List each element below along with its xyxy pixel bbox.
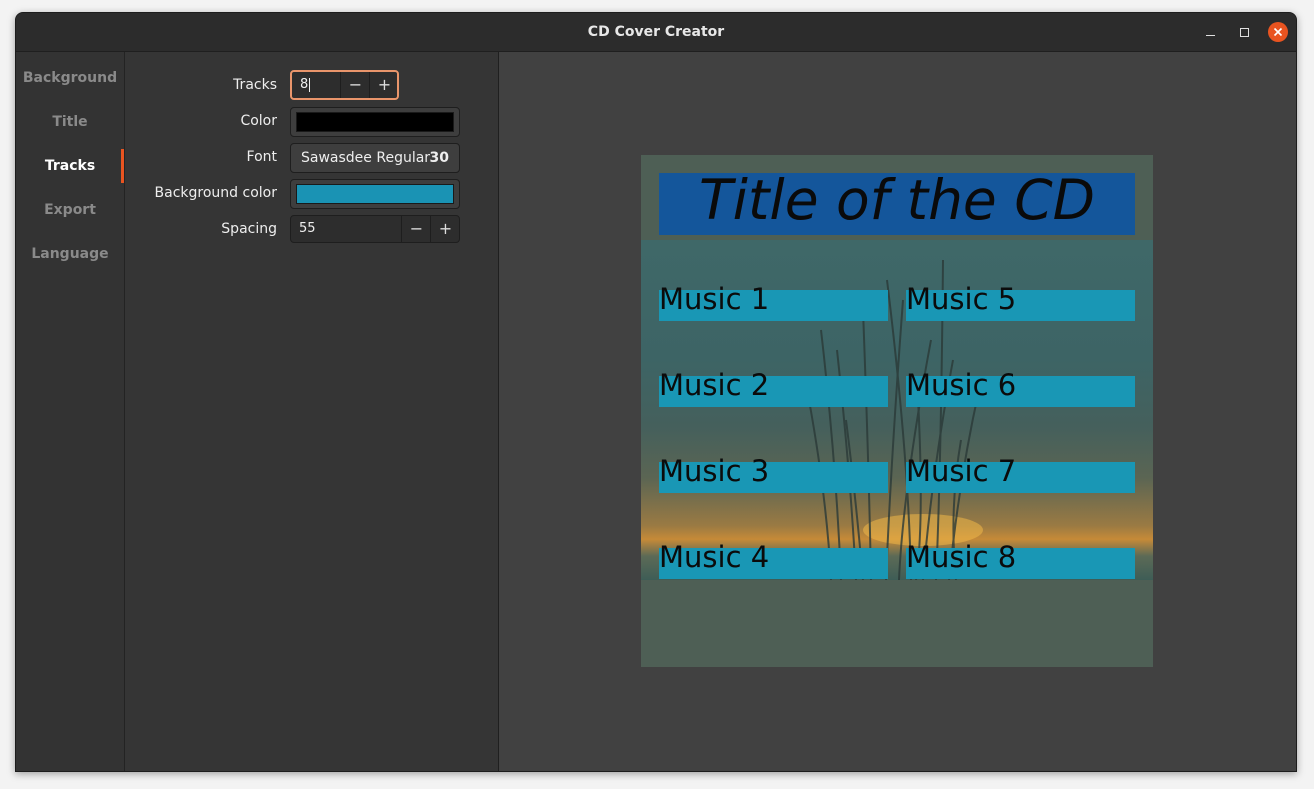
track-box: Music 5 xyxy=(906,282,1135,321)
tracks-increment-button[interactable]: + xyxy=(369,72,399,98)
settings-panel: Tracks 8 − + Color Font Sawasdee Regular… xyxy=(125,52,499,771)
sidebar-item-background[interactable]: Background xyxy=(16,61,124,95)
minimize-button[interactable] xyxy=(1200,22,1220,42)
spacing-decrement-button[interactable]: − xyxy=(401,216,431,242)
color-label: Color xyxy=(240,113,277,129)
track-label: Music 3 xyxy=(659,454,770,488)
background-color-swatch xyxy=(296,184,454,204)
background-color-button[interactable] xyxy=(290,179,460,209)
track-label: Music 8 xyxy=(906,540,1017,574)
color-swatch xyxy=(296,112,454,132)
text-cursor xyxy=(309,77,311,92)
font-size: 30 xyxy=(429,150,449,166)
cover-preview: Title of the CD Music 1 Music 2 Music 3 … xyxy=(641,155,1153,667)
window-title: CD Cover Creator xyxy=(587,24,725,40)
track-label: Music 4 xyxy=(659,540,770,574)
tracks-label: Tracks xyxy=(233,77,277,93)
font-name: Sawasdee Regular xyxy=(301,150,431,166)
sidebar: Background Title Tracks Export Language xyxy=(16,52,125,771)
track-box: Music 4 xyxy=(659,540,888,579)
app-window: CD Cover Creator Background Title Tracks… xyxy=(15,12,1297,772)
track-box: Music 6 xyxy=(906,368,1135,407)
sidebar-item-title[interactable]: Title xyxy=(16,105,124,139)
track-label: Music 5 xyxy=(906,282,1017,316)
sidebar-item-export[interactable]: Export xyxy=(16,193,124,227)
cover-title-block: Title of the CD xyxy=(659,173,1135,235)
maximize-button[interactable] xyxy=(1234,22,1254,42)
spacing-spinbutton[interactable]: 55 − + xyxy=(290,215,460,243)
spacing-increment-button[interactable]: + xyxy=(430,216,460,242)
track-box: Music 3 xyxy=(659,454,888,493)
tracks-value: 8 xyxy=(300,77,309,92)
sidebar-item-tracks[interactable]: Tracks xyxy=(16,149,124,183)
minimize-icon xyxy=(1205,34,1215,36)
close-button[interactable] xyxy=(1268,22,1288,42)
track-label: Music 2 xyxy=(659,368,770,402)
track-label: Music 6 xyxy=(906,368,1017,402)
track-box: Music 8 xyxy=(906,540,1135,579)
close-icon xyxy=(1273,27,1283,37)
track-box: Music 7 xyxy=(906,454,1135,493)
preview-area: Title of the CD Music 1 Music 2 Music 3 … xyxy=(499,52,1296,771)
track-label: Music 7 xyxy=(906,454,1017,488)
color-button[interactable] xyxy=(290,107,460,137)
tracks-spinbutton[interactable]: 8 − + xyxy=(290,70,399,100)
sidebar-item-label: Tracks xyxy=(44,158,96,174)
cover-title-text: Title of the CD xyxy=(698,168,1096,232)
active-indicator xyxy=(121,149,124,183)
track-box: Music 2 xyxy=(659,368,888,407)
sidebar-item-language[interactable]: Language xyxy=(16,237,124,271)
tracks-input[interactable]: 8 xyxy=(300,72,311,98)
track-box: Music 1 xyxy=(659,282,888,321)
font-button[interactable]: Sawasdee Regular 30 xyxy=(290,143,460,173)
spacing-label: Spacing xyxy=(221,221,277,237)
title-bar[interactable]: CD Cover Creator xyxy=(16,13,1296,52)
maximize-icon xyxy=(1239,27,1249,37)
font-label: Font xyxy=(246,149,277,165)
tracks-decrement-button[interactable]: − xyxy=(340,72,370,98)
track-label: Music 1 xyxy=(659,282,770,316)
spacing-input[interactable]: 55 xyxy=(299,216,316,242)
background-color-label: Background color xyxy=(154,185,277,201)
